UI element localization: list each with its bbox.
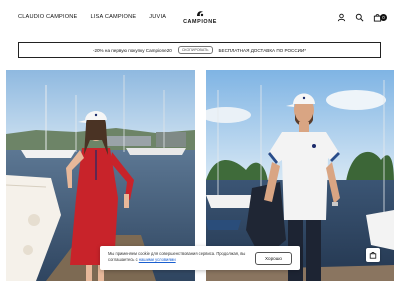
- promo-discount-text: -20% на первую покупку Campione20: [92, 47, 172, 53]
- cart-count-badge: 0: [380, 14, 387, 21]
- header-actions: 0: [337, 13, 387, 22]
- copy-code-button[interactable]: СКОПИРОВАТЬ: [177, 46, 213, 54]
- nav-lisa-campione[interactable]: LISA CAMPIONE: [90, 14, 136, 20]
- cookie-accept-button[interactable]: Хорошо: [255, 252, 292, 265]
- header: CLAUDIO CAMPIONE LISA CAMPIONE JUVIA CAM…: [0, 0, 400, 38]
- logo-icon: [197, 11, 204, 17]
- promo-bar: -20% на первую покупку Campione20 СКОПИР…: [18, 42, 381, 58]
- logo-text: CAMPIONE: [183, 19, 217, 25]
- nav-juvia[interactable]: JUVIA: [149, 14, 166, 20]
- main-nav: CLAUDIO CAMPIONE LISA CAMPIONE JUVIA: [18, 14, 166, 20]
- cookie-banner: Мы применяем cookie для совершенствовани…: [100, 246, 300, 270]
- cart-button[interactable]: 0: [373, 13, 387, 22]
- bag-icon: [369, 252, 377, 259]
- cookie-message: Мы применяем cookie для совершенствовани…: [108, 251, 246, 262]
- cookie-terms-link[interactable]: нашими условиями: [139, 257, 176, 262]
- promo-delivery-text: БЕСПЛАТНАЯ ДОСТАВКА ПО РОССИИ*: [218, 47, 307, 53]
- nav-claudio-campione[interactable]: CLAUDIO CAMPIONE: [18, 14, 77, 20]
- cookie-text: Мы применяем cookie для совершенствовани…: [108, 251, 248, 263]
- user-icon[interactable]: [337, 13, 346, 22]
- search-icon[interactable]: [355, 13, 364, 22]
- brand-logo[interactable]: CAMPIONE: [180, 10, 220, 25]
- floating-bag-button[interactable]: [366, 248, 380, 262]
